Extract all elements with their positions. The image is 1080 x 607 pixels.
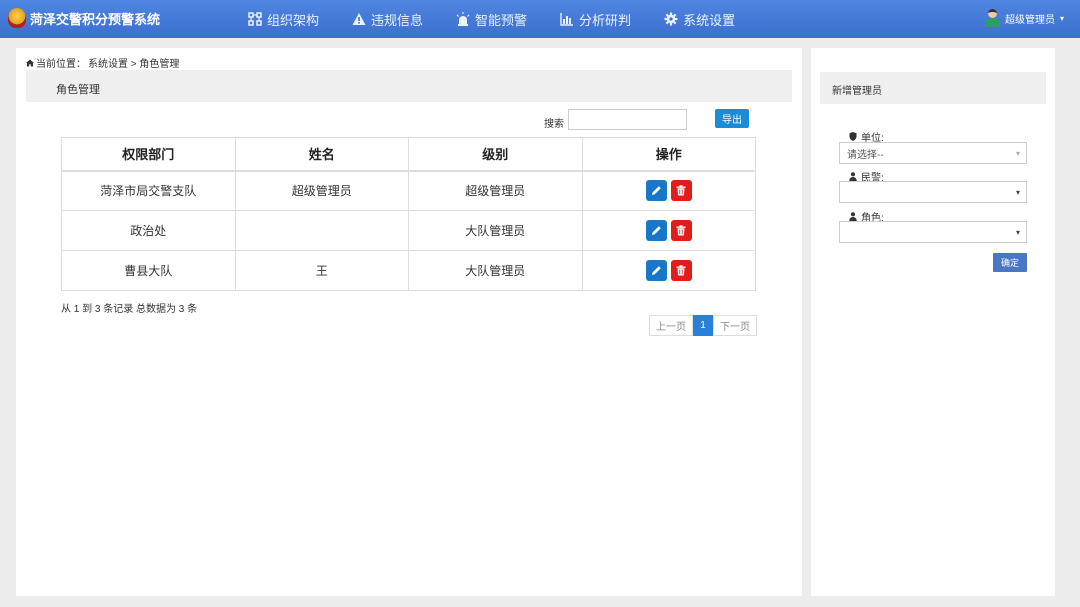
pencil-icon bbox=[651, 266, 661, 275]
app-title: 菏泽交警积分预警系统 bbox=[30, 11, 161, 27]
nav-label: 分析研判 bbox=[579, 12, 632, 28]
cell-level: 大队管理员 bbox=[408, 210, 583, 251]
column-header: 姓名 bbox=[234, 137, 409, 171]
breadcrumb-path: 系统设置 > 角色管理 bbox=[88, 59, 180, 70]
user-icon bbox=[849, 172, 857, 181]
nav-label: 智能预警 bbox=[475, 12, 528, 28]
edit-button[interactable] bbox=[645, 180, 667, 202]
chevron-down-icon: ▾ bbox=[1015, 188, 1020, 197]
nav-item-settings[interactable]: 系统设置 bbox=[664, 0, 735, 38]
cell-name: 超级管理员 bbox=[234, 170, 409, 211]
delete-button[interactable] bbox=[670, 260, 692, 281]
cell-level: 超级管理员 bbox=[408, 170, 583, 211]
police-emblem-icon bbox=[8, 8, 26, 28]
breadcrumb-prefix: 当前位置： bbox=[36, 59, 86, 70]
edit-button[interactable] bbox=[645, 220, 667, 241]
breadcrumb: 当前位置： 系统设置 > 角色管理 bbox=[26, 55, 179, 70]
next-page-button[interactable]: 下一页 bbox=[713, 315, 757, 336]
cell-name bbox=[234, 210, 409, 251]
pencil-icon bbox=[651, 186, 661, 196]
delete-button[interactable] bbox=[670, 220, 692, 241]
brand[interactable]: 菏泽交警积分预警系统 bbox=[8, 8, 160, 28]
cell-dept: 菏泽市局交警支队 bbox=[61, 170, 236, 211]
cell-actions bbox=[581, 250, 756, 291]
role-table: 权限部门 姓名 级别 操作 菏泽市局交警支队 超级管理员 超级管理员 政治处 大… bbox=[61, 137, 756, 291]
add-admin-panel: 新增管理员 单位: 请选择-- ▾ 民警: ▾ 角色: ▾ 确定 bbox=[811, 48, 1055, 596]
gear-icon bbox=[664, 12, 678, 26]
main-nav: 组织架构 违规信息 智能预警 分析研判 系统设置 bbox=[248, 0, 768, 38]
edit-button[interactable] bbox=[645, 260, 667, 281]
cell-dept: 政治处 bbox=[61, 210, 236, 251]
top-nav-bar: 菏泽交警积分预警系统 组织架构 违规信息 智能预警 分析研判 系统设置 超级管理… bbox=[0, 0, 1080, 38]
table-row: 政治处 大队管理员 bbox=[61, 210, 756, 251]
delete-button[interactable] bbox=[670, 180, 692, 202]
table-row: 菏泽市局交警支队 超级管理员 超级管理员 bbox=[61, 170, 756, 211]
current-page-button[interactable]: 1 bbox=[693, 315, 713, 336]
pencil-icon bbox=[651, 226, 661, 235]
role-select[interactable]: ▾ bbox=[839, 221, 1027, 243]
cell-actions bbox=[581, 170, 756, 211]
cell-dept: 曹县大队 bbox=[61, 250, 236, 291]
cell-level: 大队管理员 bbox=[408, 250, 583, 291]
police-select[interactable]: ▾ bbox=[839, 181, 1027, 203]
section-header: 角色管理 bbox=[26, 70, 792, 102]
section-title: 角色管理 bbox=[56, 84, 100, 96]
nav-label: 系统设置 bbox=[683, 12, 736, 28]
search-input[interactable] bbox=[568, 109, 687, 130]
warning-icon bbox=[352, 12, 366, 26]
chevron-down-icon: ▾ bbox=[1015, 149, 1020, 158]
trash-icon bbox=[676, 225, 686, 236]
column-header: 级别 bbox=[408, 137, 583, 171]
confirm-button[interactable]: 确定 bbox=[993, 253, 1027, 272]
unit-select[interactable]: 请选择-- ▾ bbox=[839, 142, 1027, 164]
prev-page-button[interactable]: 上一页 bbox=[649, 315, 693, 336]
pagination: 上一页 1 下一页 bbox=[649, 315, 757, 336]
export-button[interactable]: 导出 bbox=[715, 109, 749, 128]
main-panel: 当前位置： 系统设置 > 角色管理 角色管理 搜索 导出 权限部门 姓名 级别 … bbox=[16, 48, 802, 596]
column-header: 操作 bbox=[581, 137, 756, 171]
home-icon bbox=[26, 59, 34, 67]
nav-item-violations[interactable]: 违规信息 bbox=[352, 0, 423, 38]
user-menu[interactable]: 超级管理员 ▾ bbox=[984, 9, 1064, 27]
nav-item-analysis[interactable]: 分析研判 bbox=[560, 0, 631, 38]
nav-item-org[interactable]: 组织架构 bbox=[248, 0, 319, 38]
alarm-icon bbox=[456, 12, 470, 26]
record-count: 从 1 到 3 条记录 总数据为 3 条 bbox=[61, 304, 198, 315]
nav-label: 组织架构 bbox=[267, 12, 320, 28]
nav-item-alerts[interactable]: 智能预警 bbox=[456, 0, 527, 38]
table-header-row: 权限部门 姓名 级别 操作 bbox=[61, 137, 756, 171]
search-label: 搜索 bbox=[544, 119, 564, 130]
shield-icon bbox=[849, 132, 857, 141]
org-chart-icon bbox=[248, 12, 262, 26]
table-row: 曹县大队 王 大队管理员 bbox=[61, 250, 756, 291]
user-icon bbox=[849, 212, 857, 221]
bar-chart-icon bbox=[560, 12, 574, 26]
side-title: 新增管理员 bbox=[832, 86, 882, 97]
cell-name: 王 bbox=[234, 250, 409, 291]
cell-actions bbox=[581, 210, 756, 251]
side-header: 新增管理员 bbox=[820, 72, 1046, 104]
trash-icon bbox=[676, 265, 686, 276]
trash-icon bbox=[676, 185, 686, 196]
chevron-down-icon: ▾ bbox=[1059, 13, 1064, 23]
chevron-down-icon: ▾ bbox=[1015, 228, 1020, 237]
avatar bbox=[984, 9, 1000, 27]
column-header: 权限部门 bbox=[61, 137, 236, 171]
nav-label: 违规信息 bbox=[371, 12, 424, 28]
user-name: 超级管理员 bbox=[1004, 14, 1055, 26]
